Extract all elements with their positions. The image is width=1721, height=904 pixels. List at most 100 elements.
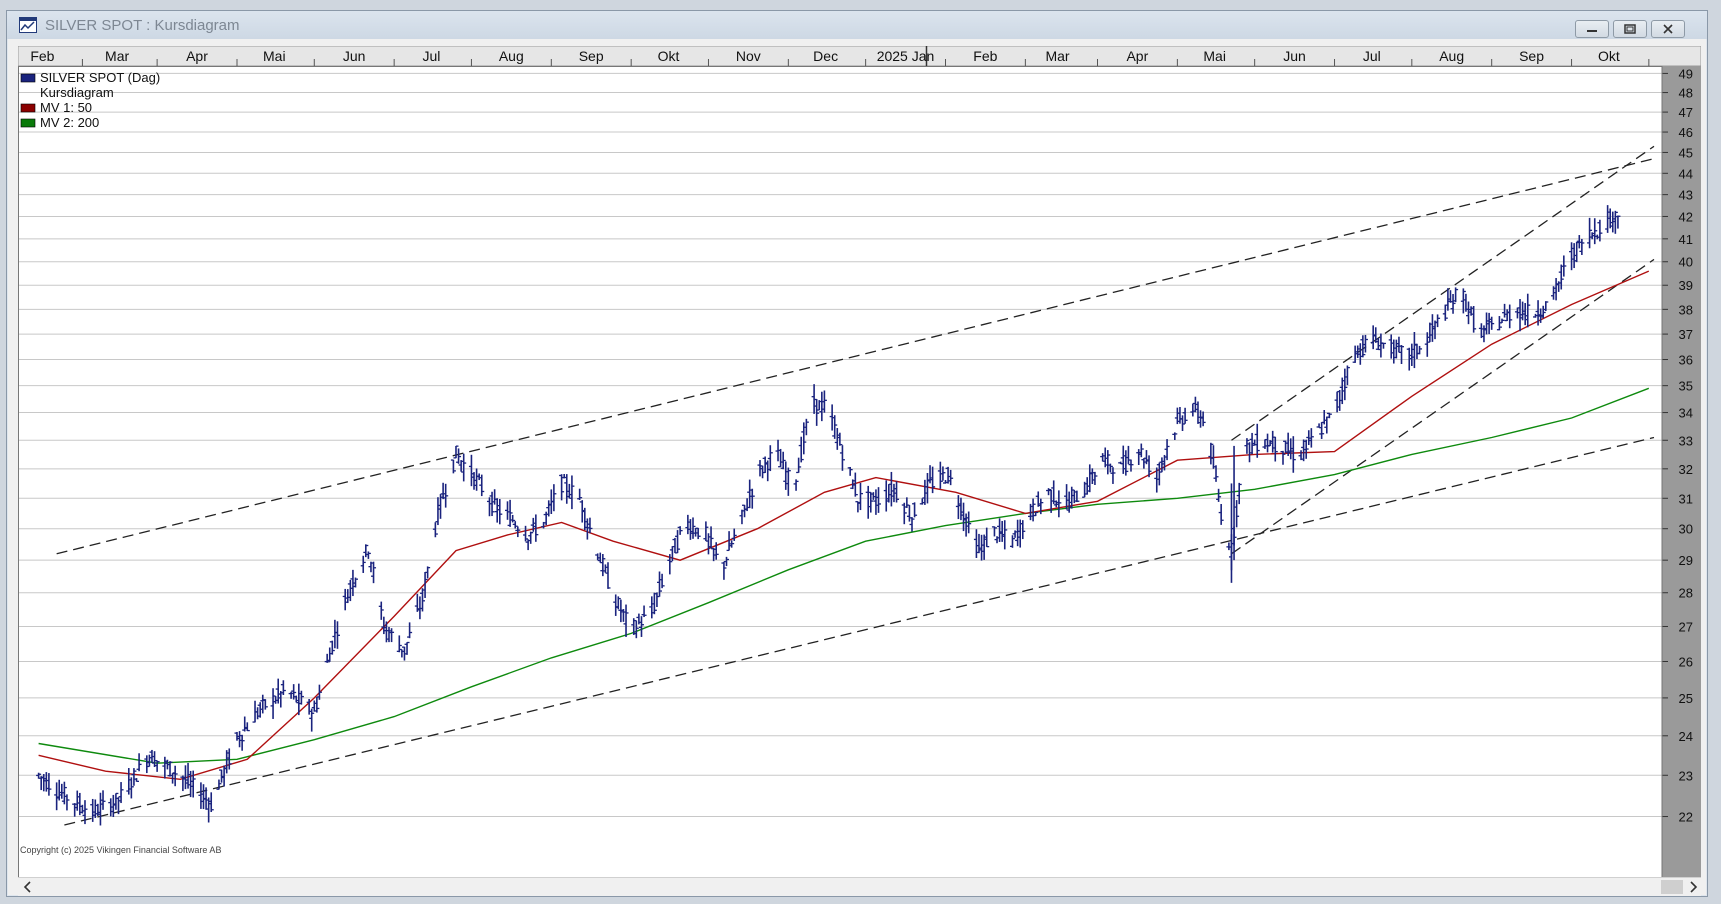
y-tick-label: 47 — [1679, 105, 1693, 120]
y-tick-label: 25 — [1679, 691, 1693, 706]
price-bar — [793, 479, 799, 491]
copyright-text: Copyright (c) 2025 Vikingen Financial So… — [20, 845, 221, 855]
y-tick-label: 36 — [1679, 353, 1693, 368]
price-bar — [342, 588, 348, 611]
price-bar — [54, 782, 60, 811]
price-bar — [237, 731, 243, 748]
price-bar — [659, 573, 665, 589]
price-bar — [507, 499, 513, 527]
price-bar — [829, 404, 835, 431]
minimize-button[interactable] — [1575, 20, 1609, 38]
price-bar — [1226, 542, 1232, 551]
legend-label: SILVER SPOT (Dag) — [40, 70, 160, 85]
price-bar — [765, 460, 771, 482]
price-bar — [239, 734, 245, 751]
price-bar — [332, 619, 338, 649]
price-bar — [1107, 463, 1113, 473]
price-bar — [620, 609, 626, 622]
price-bar — [834, 428, 840, 450]
price-bar — [1342, 368, 1348, 401]
price-bar — [401, 646, 407, 661]
price-bar — [901, 502, 907, 525]
price-bar — [1553, 277, 1559, 301]
price-bar — [675, 530, 681, 554]
price-bar — [600, 554, 606, 577]
x-tick-label: Jun — [343, 48, 366, 64]
price-bar — [1525, 293, 1531, 328]
price-bar — [1180, 415, 1186, 432]
price-bar — [476, 473, 482, 481]
y-tick-label: 34 — [1679, 406, 1693, 421]
scroll-left-icon[interactable] — [20, 879, 36, 895]
title-bar[interactable]: SILVER SPOT : Kursdiagram — [7, 11, 1707, 39]
price-bar — [649, 596, 655, 619]
price-bar — [803, 418, 809, 436]
price-bar — [1174, 407, 1180, 425]
price-bar — [1125, 445, 1131, 465]
price-bar — [1182, 407, 1188, 424]
x-tick-label: Feb — [973, 48, 997, 64]
price-bar — [633, 620, 639, 639]
trendline-2 — [64, 436, 1655, 826]
price-bar — [961, 502, 967, 532]
price-bar — [198, 782, 204, 809]
price-bar — [1066, 491, 1072, 513]
price-bar — [1532, 313, 1538, 318]
scroll-right-icon[interactable] — [1685, 879, 1701, 895]
price-bar — [1218, 503, 1224, 525]
price-chart[interactable]: 22 23 24 25 26 27 28 29 30 31 32 33 34 35 36 37 38 39 40 41… — [17, 45, 1702, 881]
restore-icon — [1624, 24, 1636, 34]
price-bar — [605, 562, 611, 589]
price-bar — [909, 517, 915, 532]
y-tick-label: 26 — [1679, 655, 1693, 670]
price-bar — [1592, 218, 1598, 245]
price-bar — [461, 453, 467, 482]
price-bar — [778, 448, 784, 468]
chart-area[interactable]: 22 23 24 25 26 27 28 29 30 31 32 33 34 35 36 37 38 39 40 41… — [17, 45, 1702, 881]
price-bar — [1172, 432, 1178, 441]
price-bar — [894, 481, 900, 503]
price-bar — [510, 514, 516, 523]
legend-swatch — [20, 103, 36, 113]
price-bar — [1507, 304, 1513, 329]
price-bar — [852, 472, 858, 497]
price-bar — [1298, 450, 1304, 461]
price-bar — [927, 465, 933, 484]
y-tick-label: 29 — [1679, 553, 1693, 568]
price-bar — [1254, 423, 1260, 458]
price-bar — [839, 445, 845, 471]
x-tick-label: Okt — [1598, 48, 1620, 64]
y-tick-label: 30 — [1679, 522, 1693, 537]
price-bar — [389, 628, 395, 643]
price-bar — [569, 475, 575, 510]
price-bar — [414, 593, 420, 612]
restore-button[interactable] — [1613, 20, 1647, 38]
price-bar — [1615, 215, 1621, 229]
price-bar — [1265, 433, 1271, 453]
y-tick-label: 22 — [1679, 810, 1693, 825]
price-bar — [64, 794, 70, 811]
price-bar — [945, 466, 951, 484]
y-tick-label: 40 — [1679, 255, 1693, 270]
price-bar — [345, 589, 351, 604]
price-bar — [703, 521, 709, 542]
scroll-thumb[interactable] — [1661, 880, 1683, 894]
price-bar — [1035, 491, 1041, 507]
price-bar — [59, 783, 65, 799]
price-bar — [1334, 391, 1340, 413]
price-bar — [868, 491, 874, 513]
price-bar — [924, 473, 930, 504]
price-bar — [270, 688, 276, 719]
close-button[interactable] — [1651, 20, 1685, 38]
price-bar — [386, 626, 392, 643]
price-bar — [468, 454, 474, 487]
price-bar — [1270, 430, 1276, 453]
price-bar — [876, 487, 882, 513]
price-bar — [1466, 301, 1472, 325]
price-bar — [1453, 287, 1459, 303]
price-bar — [368, 561, 374, 573]
price-bar — [450, 459, 456, 474]
price-bar — [1118, 461, 1124, 465]
horizontal-scrollbar[interactable] — [18, 877, 1701, 896]
price-bar — [72, 803, 78, 817]
